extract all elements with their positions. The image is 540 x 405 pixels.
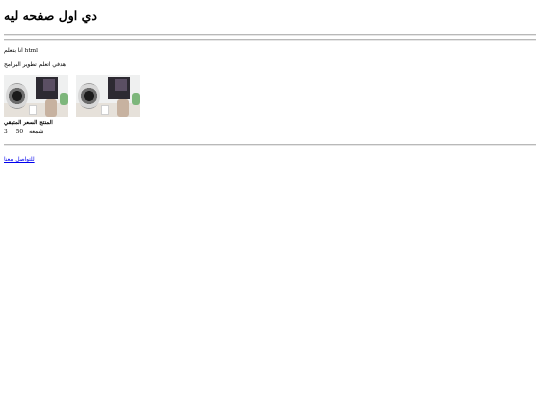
plant-image xyxy=(60,93,68,105)
monitor-image xyxy=(108,77,130,99)
divider-top-secondary xyxy=(4,39,536,41)
person-image xyxy=(45,99,57,117)
speaker-image xyxy=(6,83,28,109)
contact-link[interactable]: للتواصل معنا xyxy=(4,156,35,164)
product-remaining: 3 xyxy=(4,129,8,135)
divider-top xyxy=(4,34,536,36)
monitor-image xyxy=(36,77,58,99)
desk-setup-image xyxy=(76,75,140,117)
person-image xyxy=(117,99,129,117)
plant-image xyxy=(132,93,140,105)
product-header: المنتج السعر المتبقي xyxy=(4,120,53,126)
page: دي اول صفحه ليه انا بتعلم html هدفي اتعل… xyxy=(0,0,540,165)
product-details: شمعه 50 3 xyxy=(4,128,536,136)
learning-html-text: انا بتعلم html xyxy=(4,48,39,54)
desk-setup-image xyxy=(4,75,68,117)
divider-bottom xyxy=(4,144,536,146)
product-price: 50 xyxy=(15,129,24,135)
mug-image xyxy=(101,105,109,115)
goal-text: هدفي اتعلم تطوير البرامج xyxy=(4,62,66,68)
mug-image xyxy=(29,105,37,115)
speaker-image xyxy=(78,83,100,109)
product-quantity-label: شمعه xyxy=(29,129,44,135)
page-title: دي اول صفحه ليه xyxy=(4,8,97,23)
image-gallery xyxy=(4,75,536,117)
